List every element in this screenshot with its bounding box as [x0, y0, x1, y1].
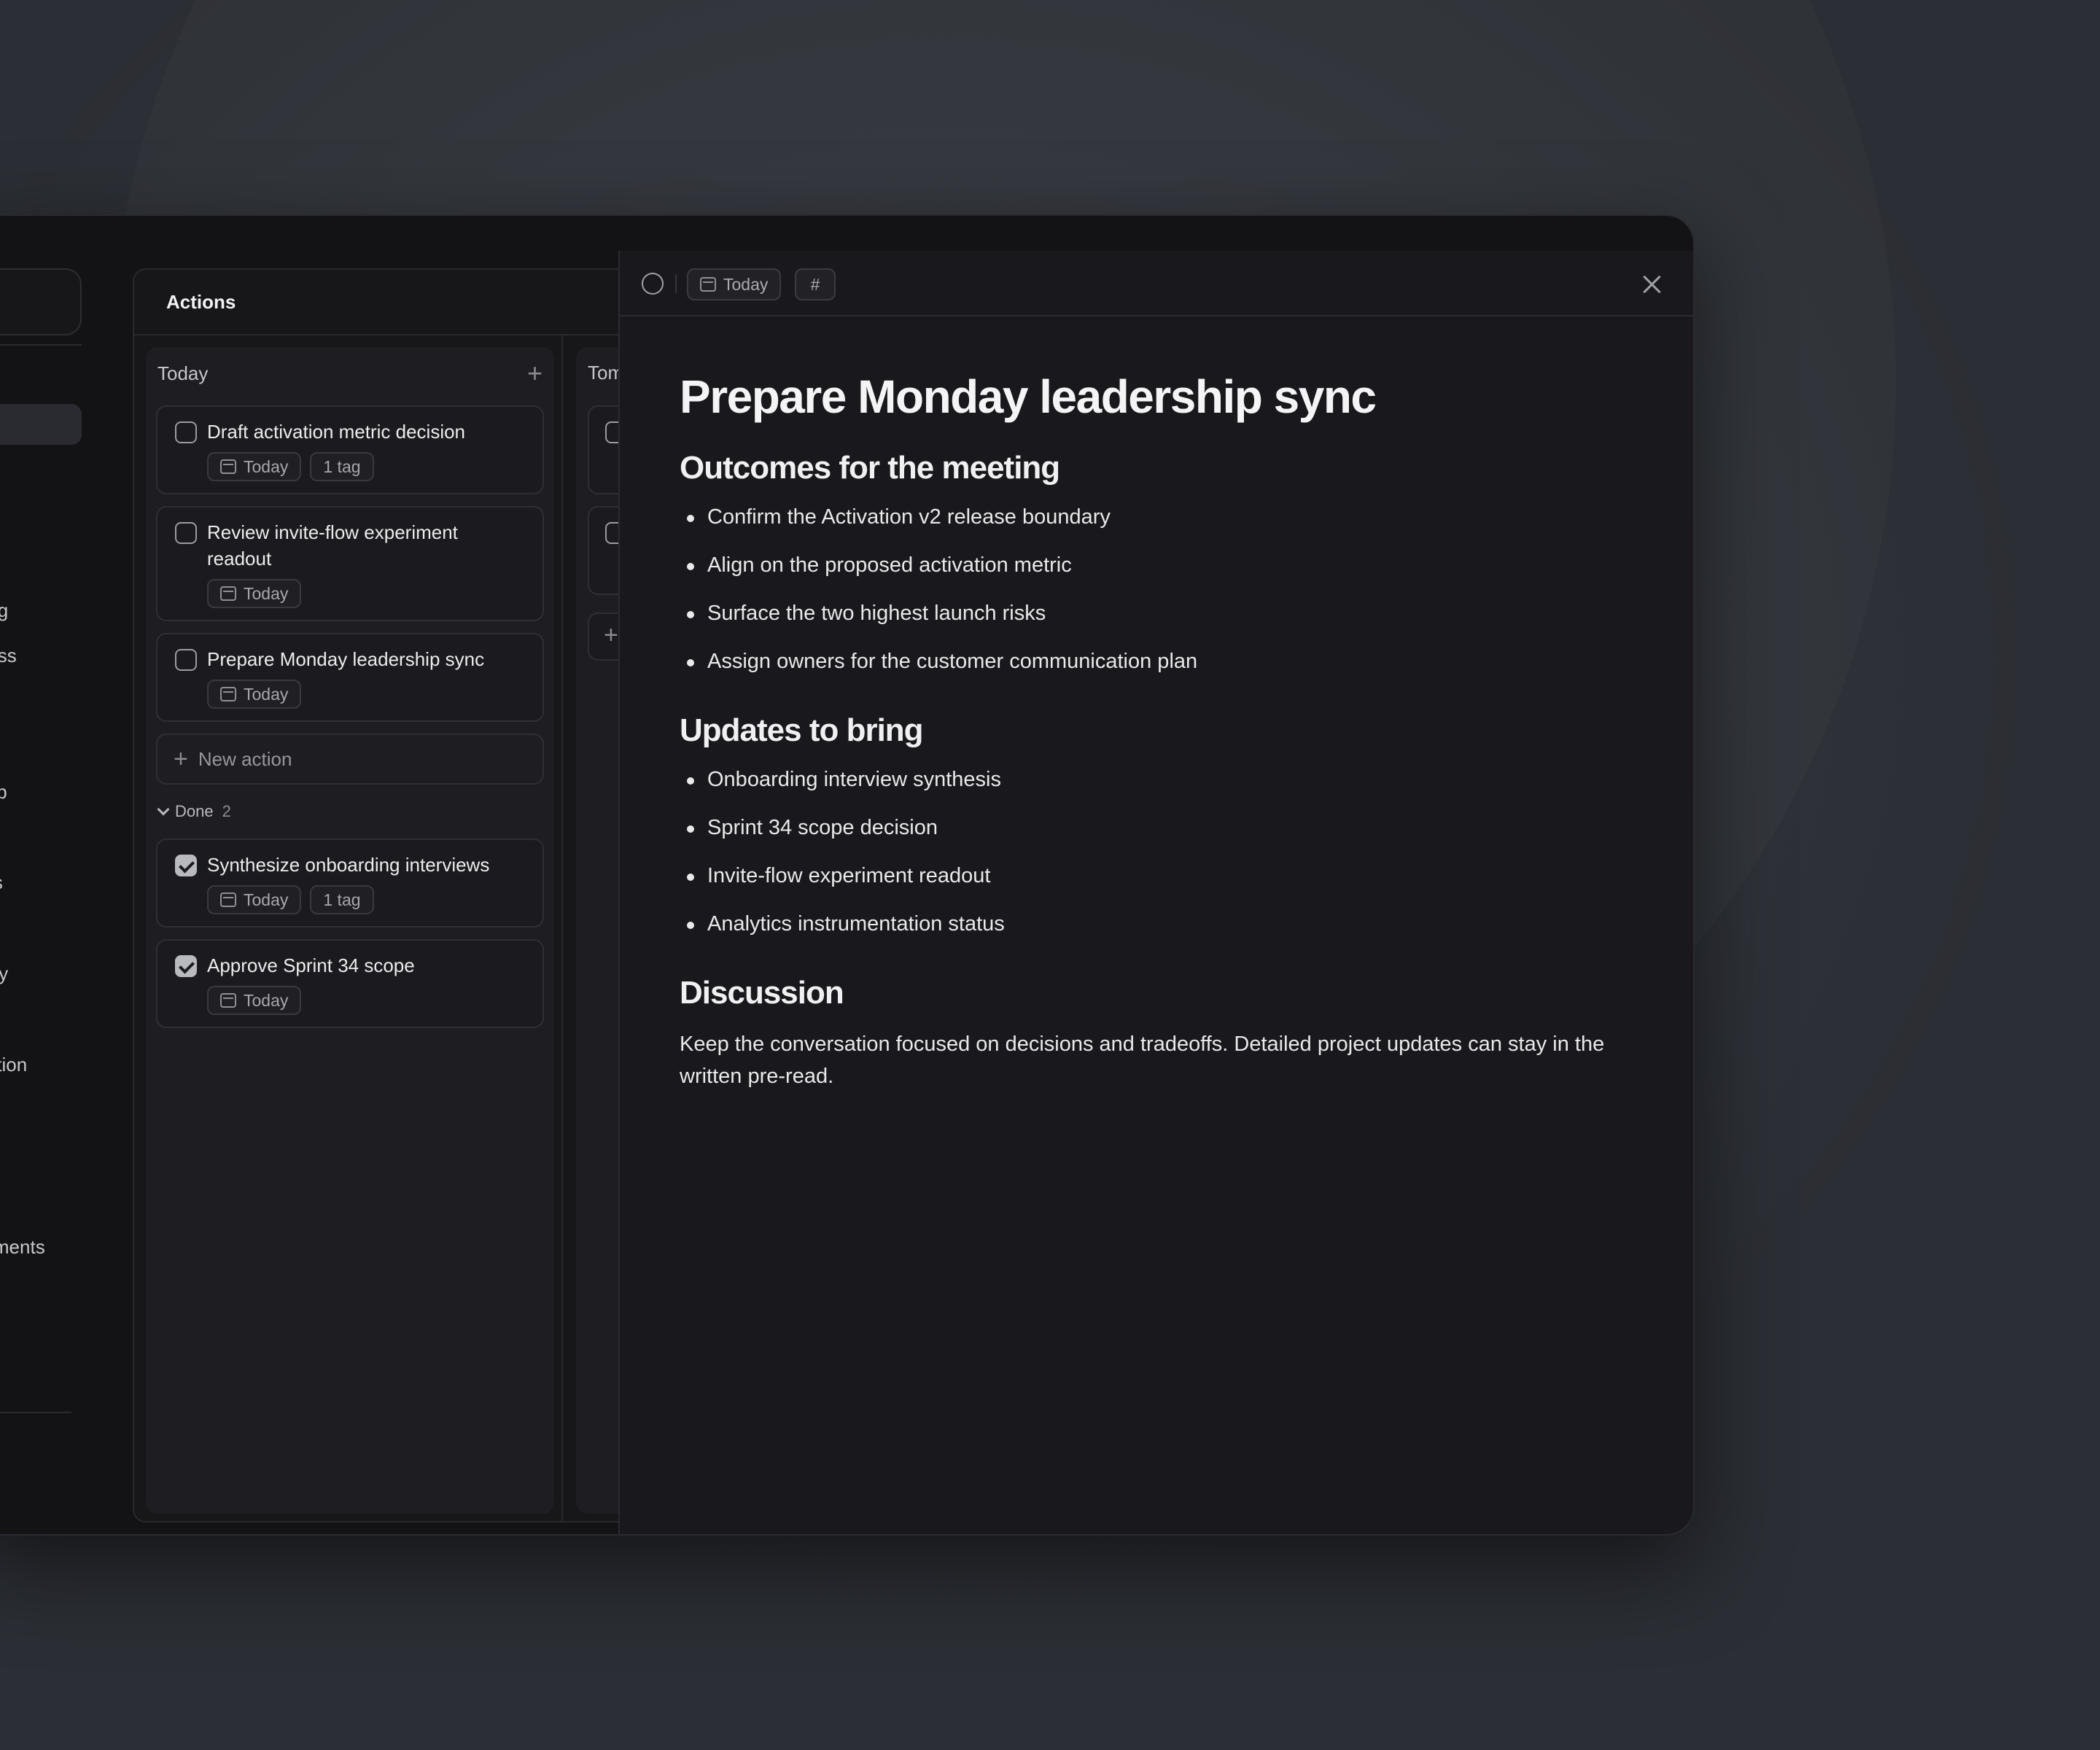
- checkbox[interactable]: [175, 522, 197, 544]
- sidebar-item[interactable]: ging: [0, 599, 8, 622]
- done-section-toggle[interactable]: Done 2: [157, 802, 231, 821]
- action-title: Draft activation metric decision: [207, 421, 466, 443]
- sidebar: ging iness ce ship ent ons very y izatio…: [0, 216, 104, 1534]
- list-item: Sprint 34 scope decision: [680, 804, 1657, 852]
- plus-icon: +: [604, 621, 618, 649]
- action-title: Prepare Monday leadership sync: [207, 648, 485, 670]
- action-card[interactable]: Prepare Monday leadership sync Today: [156, 633, 544, 722]
- bullet-list: Onboarding interview synthesis Sprint 34…: [680, 755, 1657, 948]
- list-item: Surface the two highest launch risks: [680, 589, 1657, 637]
- date-label: Today: [244, 684, 289, 704]
- sidebar-divider: [0, 344, 82, 346]
- tag-label: 1 tag: [323, 890, 361, 909]
- document-title: Prepare Monday leadership sync: [680, 370, 1377, 423]
- date-chip[interactable]: Today: [207, 986, 302, 1015]
- tag-label: 1 tag: [323, 456, 361, 476]
- section-heading: Outcomes for the meeting: [680, 450, 1060, 486]
- date-chip[interactable]: Today: [687, 268, 782, 300]
- discussion-paragraph: Keep the conversation focused on decisio…: [680, 1032, 1605, 1088]
- date-label: Today: [244, 990, 289, 1010]
- date-chip[interactable]: Today: [207, 885, 302, 914]
- action-title: Review invite-flow experiment readout: [207, 521, 458, 569]
- toolbar-separator: [675, 274, 677, 293]
- date-label: Today: [723, 274, 769, 294]
- chevron-down-icon: [157, 803, 170, 816]
- calendar-icon: [220, 459, 236, 474]
- calendar-icon: [220, 687, 236, 701]
- done-action-card[interactable]: Approve Sprint 34 scope Today: [156, 939, 544, 1028]
- section-heading: Discussion: [680, 975, 844, 1011]
- new-action-button[interactable]: + New action: [156, 734, 544, 785]
- sidebar-item[interactable]: ons: [0, 871, 3, 894]
- calendar-icon: [220, 892, 236, 907]
- calendar-icon: [700, 277, 716, 292]
- action-card[interactable]: Draft activation metric decision Today 1…: [156, 405, 544, 494]
- sidebar-item[interactable]: ization: [0, 1054, 27, 1076]
- done-action-card[interactable]: Synthesize onboarding interviews Today 1…: [156, 839, 544, 928]
- list-item: Align on the proposed activation metric: [680, 541, 1657, 589]
- action-title: Approve Sprint 34 scope: [207, 954, 415, 976]
- chip-row: Today 1 tag: [207, 452, 374, 481]
- sidebar-footer-divider: [0, 1412, 71, 1413]
- date-chip[interactable]: Today: [207, 452, 302, 481]
- checked-checkbox[interactable]: [175, 955, 197, 977]
- new-action-label: New action: [198, 747, 292, 770]
- chip-row: Today: [207, 579, 302, 608]
- date-label: Today: [244, 583, 289, 603]
- list-item: Analytics instrumentation status: [680, 900, 1657, 948]
- board-header: Actions: [134, 270, 642, 335]
- checkbox[interactable]: [175, 649, 197, 671]
- chip-row: Today: [207, 680, 302, 709]
- tag-chip[interactable]: 1 tag: [310, 452, 374, 481]
- sidebar-item[interactable]: ship: [0, 781, 7, 804]
- panel-toolbar: Today #: [620, 251, 1693, 316]
- section-heading: Updates to bring: [680, 712, 924, 748]
- board-title: Actions: [166, 290, 236, 313]
- complete-checkbox[interactable]: [642, 273, 664, 295]
- sidebar-item[interactable]: iness: [0, 645, 17, 667]
- calendar-icon: [220, 586, 236, 601]
- chip-row: Today: [207, 986, 302, 1015]
- date-chip[interactable]: Today: [207, 680, 302, 709]
- sidebar-item[interactable]: very: [0, 962, 8, 985]
- column-title: Today: [158, 362, 209, 384]
- tag-chip[interactable]: 1 tag: [310, 885, 374, 914]
- sidebar-search-box[interactable]: [0, 268, 82, 335]
- list-item: Confirm the Activation v2 release bounda…: [680, 493, 1657, 541]
- close-icon[interactable]: [1638, 270, 1667, 299]
- date-chip[interactable]: Today: [207, 579, 302, 608]
- detail-panel: Today # Prepare Monday leadership sync O…: [618, 251, 1693, 1534]
- action-card[interactable]: Review invite-flow experiment readout To…: [156, 506, 544, 621]
- sidebar-item[interactable]: eriments: [0, 1236, 45, 1259]
- checked-checkbox[interactable]: [175, 855, 197, 876]
- done-label: Done: [175, 802, 214, 820]
- tag-button[interactable]: #: [795, 268, 836, 300]
- sidebar-active-item[interactable]: [0, 404, 82, 445]
- add-action-plus-icon[interactable]: +: [527, 360, 542, 386]
- column-today: Today + Draft activation metric decision…: [146, 347, 554, 1514]
- list-item: Onboarding interview synthesis: [680, 755, 1657, 804]
- date-label: Today: [244, 890, 289, 909]
- actions-board: Actions Today + Draft activation metric …: [133, 268, 643, 1522]
- done-count: 2: [222, 802, 231, 820]
- column-header: Today +: [158, 359, 542, 388]
- plus-icon: +: [174, 745, 188, 773]
- list-item: Assign owners for the customer communica…: [680, 637, 1657, 685]
- checkbox[interactable]: [175, 421, 197, 443]
- date-label: Today: [244, 456, 289, 476]
- document-body[interactable]: Prepare Monday leadership sync Outcomes …: [680, 368, 1657, 1092]
- chip-row: Today 1 tag: [207, 885, 374, 914]
- app-window: ging iness ce ship ent ons very y izatio…: [0, 214, 1695, 1536]
- calendar-icon: [220, 993, 236, 1008]
- column-divider: [561, 335, 563, 1521]
- list-item: Invite-flow experiment readout: [680, 852, 1657, 900]
- action-title: Synthesize onboarding interviews: [207, 854, 490, 876]
- bullet-list: Confirm the Activation v2 release bounda…: [680, 493, 1657, 685]
- hash-icon: #: [810, 274, 820, 294]
